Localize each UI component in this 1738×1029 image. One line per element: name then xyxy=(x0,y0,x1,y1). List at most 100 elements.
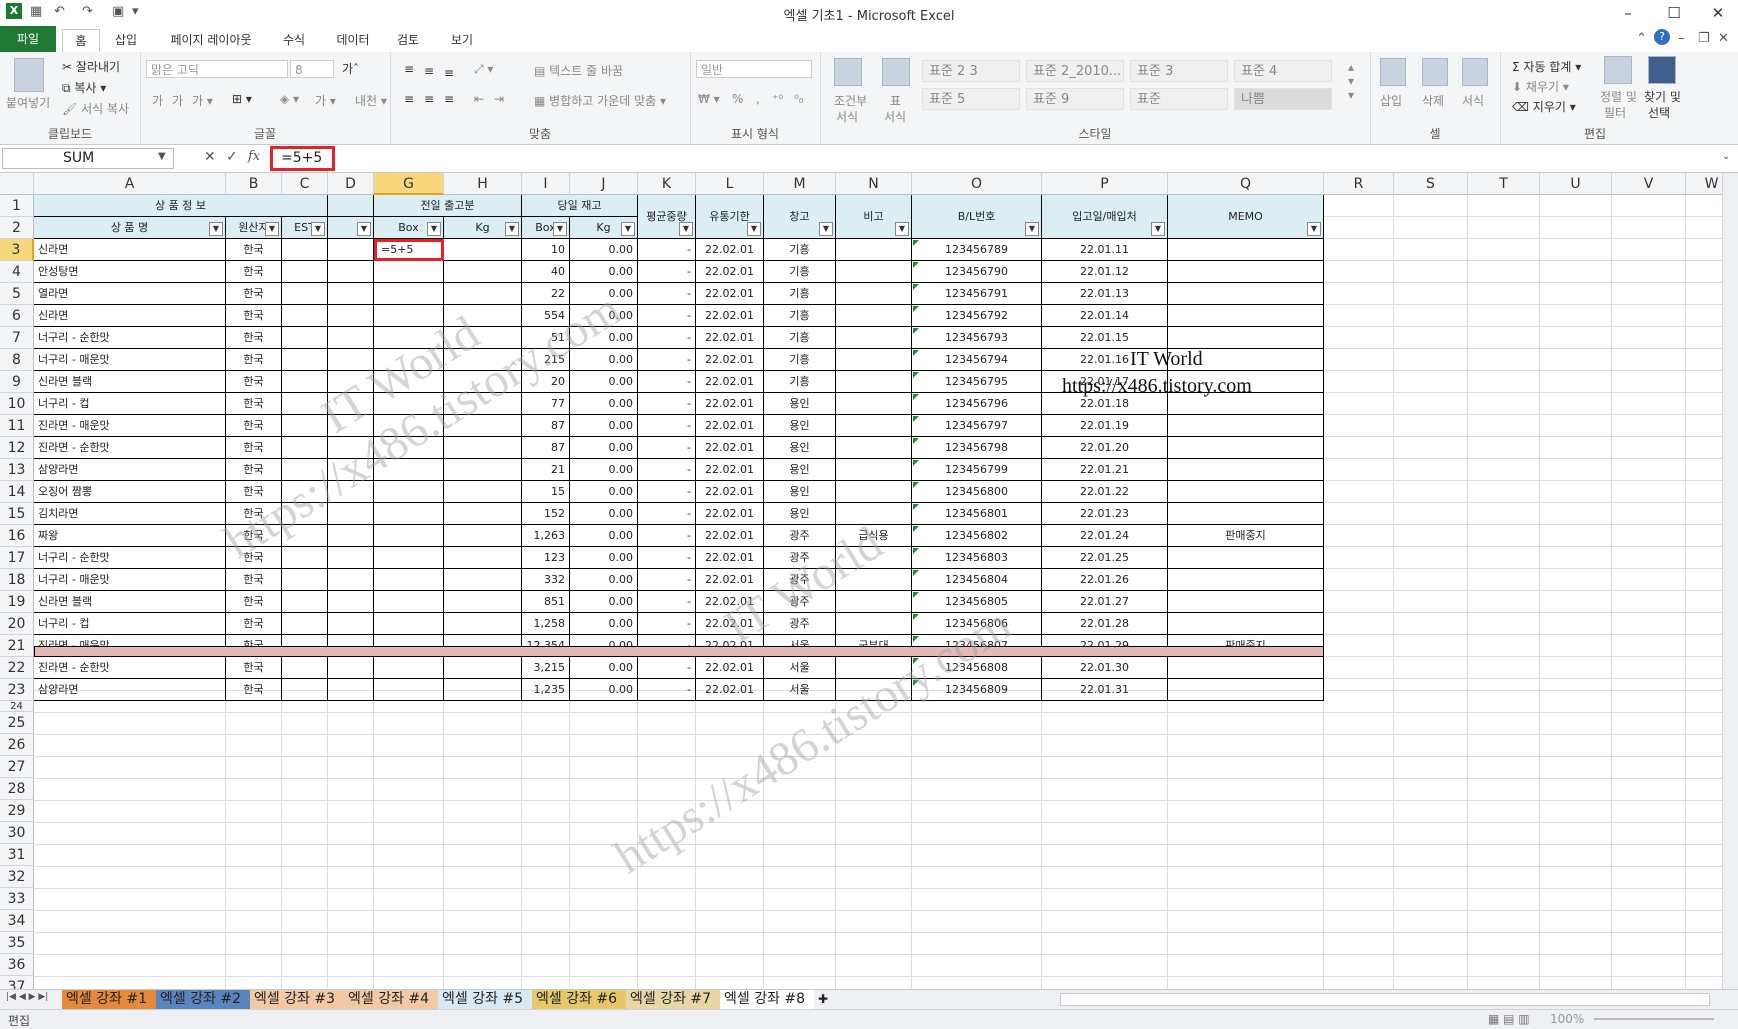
minimize-icon[interactable]: – xyxy=(1610,2,1646,24)
cell-exp[interactable]: 22.02.01 xyxy=(696,305,764,327)
cell-note[interactable] xyxy=(836,239,912,261)
header-product-name-filter-button[interactable]: ▼ xyxy=(209,222,223,236)
header-today-kg-filter-button[interactable]: ▼ xyxy=(621,222,635,236)
column-header-q[interactable]: Q xyxy=(1168,173,1324,195)
cell-name[interactable]: 너구리 - 매운맛 xyxy=(34,569,226,591)
row-header-34[interactable]: 34 xyxy=(0,910,34,932)
window-restore-small-icon[interactable]: ❐ xyxy=(1698,31,1710,46)
cell-memo[interactable] xyxy=(1168,459,1324,481)
cell-kg[interactable]: 0.00 xyxy=(570,239,638,261)
window-close-small-icon[interactable]: ✕ xyxy=(1718,31,1729,46)
cell-exp[interactable]: 22.02.01 xyxy=(696,371,764,393)
row-header-3[interactable]: 3 xyxy=(0,239,34,261)
cell-box[interactable]: 123 xyxy=(522,547,570,569)
column-header-t[interactable]: T xyxy=(1468,173,1540,195)
cell-name[interactable]: 신라면 블랙 xyxy=(34,591,226,613)
cell-note[interactable] xyxy=(836,371,912,393)
cell-box[interactable]: 87 xyxy=(522,415,570,437)
cell-box[interactable]: 40 xyxy=(522,261,570,283)
cell-origin[interactable]: 한국 xyxy=(226,393,282,415)
cell-bl[interactable]: 123456797 xyxy=(912,415,1042,437)
cell-avg[interactable]: - xyxy=(638,657,696,679)
merge-center-button[interactable]: ▦ 병합하고 가운데 맞춤 ▾ xyxy=(534,92,666,109)
cell-note[interactable] xyxy=(836,283,912,305)
number-format-select[interactable]: 일반 xyxy=(696,60,812,78)
cell-g[interactable] xyxy=(374,613,444,635)
expand-formula-bar-icon[interactable]: ⌄ xyxy=(1722,151,1730,162)
cell-bl[interactable]: 123456802 xyxy=(912,525,1042,547)
cell-origin[interactable]: 한국 xyxy=(226,437,282,459)
cell-wh[interactable]: 서울 xyxy=(764,679,836,701)
cell-name[interactable]: 짜왕 xyxy=(34,525,226,547)
cell-note[interactable] xyxy=(836,503,912,525)
styles-scroll-icon[interactable]: ▴ ▾ ▾ xyxy=(1348,60,1354,102)
cell-avg[interactable]: - xyxy=(638,679,696,701)
cell-wh[interactable]: 기흥 xyxy=(764,349,836,371)
cell-note[interactable] xyxy=(836,437,912,459)
cell-exp[interactable]: 22.02.01 xyxy=(696,679,764,701)
header-note-filter-button[interactable]: ▼ xyxy=(895,222,909,236)
indent-increase-icon[interactable]: ⇥ xyxy=(494,92,504,106)
row-header-22[interactable]: 22 xyxy=(0,657,34,679)
cell-empty[interactable] xyxy=(328,657,374,679)
cell-avg[interactable]: - xyxy=(638,569,696,591)
cell-note[interactable] xyxy=(836,591,912,613)
header-expiry-filter-button[interactable]: ▼ xyxy=(747,222,761,236)
cell-box[interactable]: 3,215 xyxy=(522,657,570,679)
row-header-36[interactable]: 36 xyxy=(0,954,34,976)
row-header-12[interactable]: 12 xyxy=(0,437,34,459)
cell-exp[interactable]: 22.02.01 xyxy=(696,327,764,349)
cell-date[interactable]: 22.01.27 xyxy=(1042,591,1168,613)
new-sheet-icon[interactable]: ✚ xyxy=(814,990,840,1009)
conditional-format-label-2[interactable]: 서식 xyxy=(836,108,858,125)
cell-name[interactable]: 삼양라면 xyxy=(34,459,226,481)
cell-name[interactable]: 진라면 - 순한맛 xyxy=(34,437,226,459)
tab-view[interactable]: 보기 xyxy=(444,29,480,51)
cell-wh[interactable]: 용인 xyxy=(764,415,836,437)
wrap-text-button[interactable]: ▤ 텍스트 줄 바꿈 xyxy=(534,62,623,79)
decimal-increase-icon[interactable]: ⁺⁰ xyxy=(772,92,783,106)
cell-date[interactable]: 22.01.24 xyxy=(1042,525,1168,547)
cell-box[interactable]: 152 xyxy=(522,503,570,525)
cell-kg[interactable]: 0.00 xyxy=(570,569,638,591)
cell-bl[interactable]: 123456800 xyxy=(912,481,1042,503)
cell-exp[interactable]: 22.02.01 xyxy=(696,547,764,569)
cell-date[interactable]: 22.01.28 xyxy=(1042,613,1168,635)
cell-box[interactable]: 22 xyxy=(522,283,570,305)
cell-kg[interactable]: 0.00 xyxy=(570,679,638,701)
enter-icon[interactable]: ✓ xyxy=(226,149,238,165)
cell-date[interactable]: 22.01.13 xyxy=(1042,283,1168,305)
cell-memo[interactable] xyxy=(1168,503,1324,525)
cell-wh[interactable]: 용인 xyxy=(764,393,836,415)
align-left-icon[interactable]: ≡ xyxy=(404,92,414,106)
cell-wh[interactable]: 용인 xyxy=(764,459,836,481)
sheet-tab-1[interactable]: 엑셀 강좌 #1 xyxy=(62,990,156,1009)
column-header-l[interactable]: L xyxy=(696,173,764,195)
cut-button[interactable]: ✂ 잘라내기 xyxy=(62,58,120,75)
cell-origin[interactable]: 한국 xyxy=(226,327,282,349)
orientation-icon[interactable]: ⤢ ▾ xyxy=(474,62,493,77)
cell-wh[interactable]: 서울 xyxy=(764,657,836,679)
format-cells-icon[interactable] xyxy=(1462,58,1488,86)
cell-avg[interactable]: - xyxy=(638,481,696,503)
cell-empty[interactable] xyxy=(328,305,374,327)
cell-g[interactable] xyxy=(374,547,444,569)
vertical-scrollbar[interactable] xyxy=(1722,173,1738,989)
first-sheet-icon[interactable]: |◀ ◀ ▶ ▶| xyxy=(6,992,48,1002)
maximize-icon[interactable]: ☐ xyxy=(1656,2,1692,24)
row-header-18[interactable]: 18 xyxy=(0,569,34,591)
cell-empty[interactable] xyxy=(444,569,522,591)
cell-memo[interactable] xyxy=(1168,305,1324,327)
cell-memo[interactable] xyxy=(1168,327,1324,349)
cell-name[interactable]: 오징어 짬뽕 xyxy=(34,481,226,503)
cell-empty[interactable] xyxy=(282,239,328,261)
fill-color-icon[interactable]: ◈ ▾ xyxy=(280,92,299,106)
cell-avg[interactable]: - xyxy=(638,261,696,283)
row-header-14[interactable]: 14 xyxy=(0,481,34,503)
cell-empty[interactable] xyxy=(328,613,374,635)
cell-name[interactable]: 진라면 - 매운맛 xyxy=(34,415,226,437)
tab-insert[interactable]: 삽입 xyxy=(108,29,144,51)
cell-date[interactable]: 22.01.26 xyxy=(1042,569,1168,591)
cell-empty[interactable] xyxy=(282,547,328,569)
cell-g[interactable] xyxy=(374,569,444,591)
